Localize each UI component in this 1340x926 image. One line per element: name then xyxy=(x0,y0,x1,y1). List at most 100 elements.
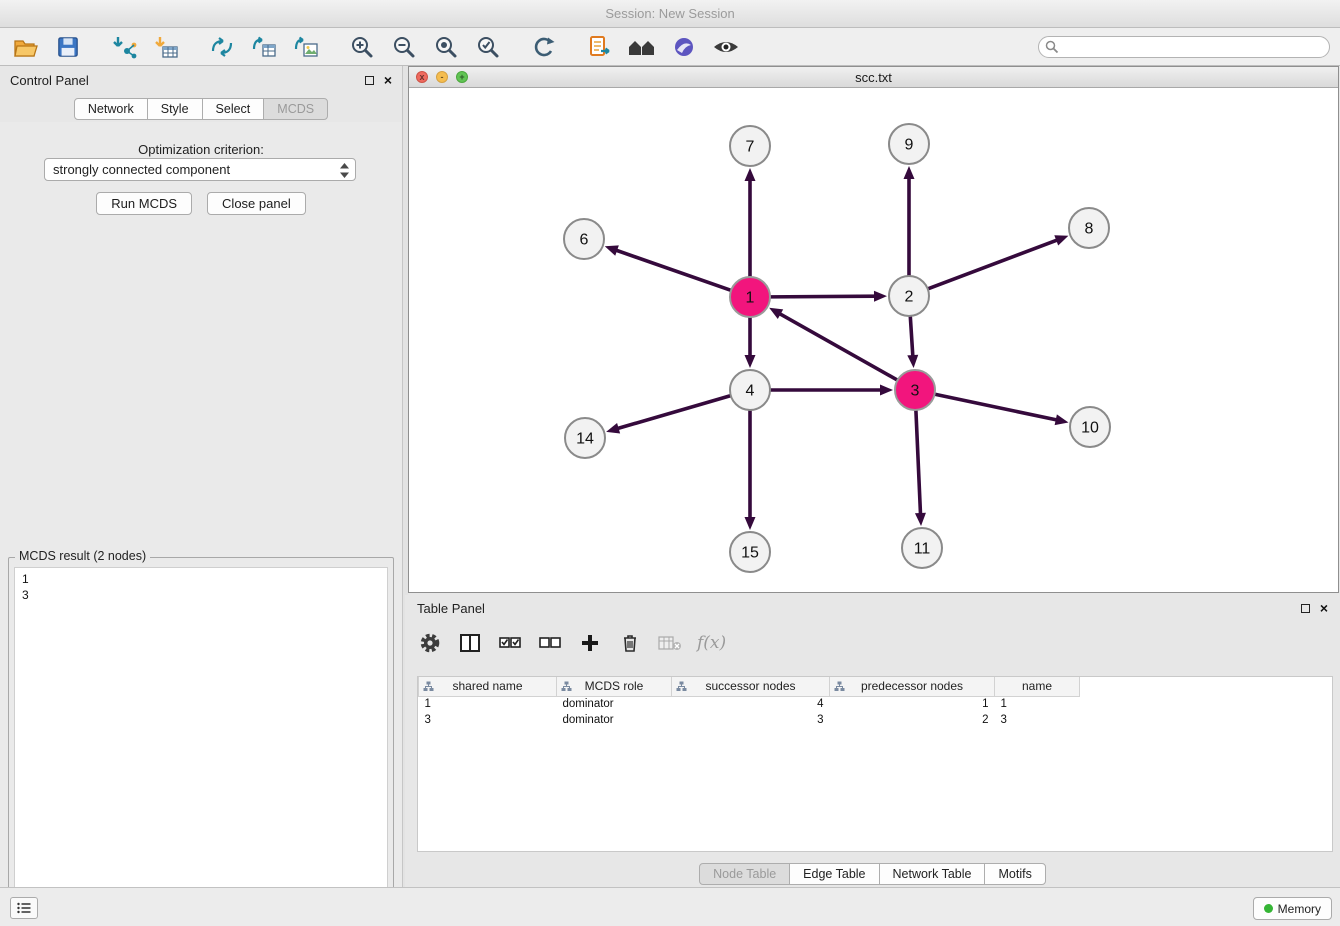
save-session-icon[interactable] xyxy=(52,32,84,62)
graph-edge[interactable] xyxy=(771,296,876,297)
delete-column-icon[interactable] xyxy=(617,630,643,656)
import-network-icon[interactable] xyxy=(108,32,140,62)
window-minimize-icon[interactable]: - xyxy=(436,71,448,83)
graph-edge[interactable] xyxy=(615,250,730,290)
task-history-button[interactable] xyxy=(10,897,38,919)
select-all-icon[interactable] xyxy=(497,630,523,656)
close-panel-icon[interactable]: × xyxy=(1320,601,1328,615)
graph-edge-arrow xyxy=(1055,414,1069,425)
copy-network-icon[interactable] xyxy=(584,32,616,62)
float-panel-icon[interactable] xyxy=(1301,604,1310,613)
graph-edge[interactable] xyxy=(936,394,1058,420)
cell-name[interactable]: 3 xyxy=(995,712,1080,728)
graph-edge[interactable] xyxy=(617,396,730,429)
graph-node-label: 2 xyxy=(905,289,914,306)
refresh-layout-icon[interactable] xyxy=(528,32,560,62)
float-panel-icon[interactable] xyxy=(365,76,374,85)
tab-select[interactable]: Select xyxy=(202,98,265,120)
graph-edge[interactable] xyxy=(929,240,1058,289)
control-panel-header: Control Panel × xyxy=(0,66,402,94)
mcds-result-item[interactable]: 1 xyxy=(22,571,380,587)
first-neighbors-icon[interactable] xyxy=(206,32,238,62)
column-header-name[interactable]: name xyxy=(995,677,1080,696)
close-panel-button[interactable]: Close panel xyxy=(207,192,306,215)
network-graph[interactable]: 7968124314101511 xyxy=(409,88,1338,592)
mcds-panel-body: Optimization criterion: strongly connect… xyxy=(0,122,402,887)
window-close-icon[interactable]: x xyxy=(416,71,428,83)
node-table[interactable]: shared name MCDS role successor nodes pr… xyxy=(417,676,1333,852)
cell-predecessor-nodes[interactable]: 1 xyxy=(830,696,995,712)
list-icon xyxy=(17,902,31,914)
close-panel-icon[interactable]: × xyxy=(384,73,392,87)
column-header-predecessor-nodes[interactable]: predecessor nodes xyxy=(830,677,995,696)
network-analyzer-icon[interactable] xyxy=(626,32,658,62)
delete-table-icon[interactable] xyxy=(657,630,683,656)
run-mcds-button[interactable]: Run MCDS xyxy=(96,192,192,215)
graph-edge-arrow xyxy=(915,513,926,526)
memory-label: Memory xyxy=(1278,902,1321,916)
zoom-selected-icon[interactable] xyxy=(472,32,504,62)
graph-node-label: 7 xyxy=(746,139,755,156)
vizmapper-icon[interactable] xyxy=(668,32,700,62)
tab-network-table[interactable]: Network Table xyxy=(879,863,986,885)
graph-edge-arrow xyxy=(605,245,619,255)
zoom-fit-icon[interactable] xyxy=(430,32,462,62)
column-header-mcds-role[interactable]: MCDS role xyxy=(557,677,672,696)
control-panel-tabs: Network Style Select MCDS xyxy=(0,98,402,120)
mcds-result-item[interactable]: 3 xyxy=(22,587,380,603)
gear-icon[interactable] xyxy=(417,630,443,656)
search-icon xyxy=(1045,40,1059,54)
graph-edge[interactable] xyxy=(910,317,913,357)
zoom-out-icon[interactable] xyxy=(388,32,420,62)
node-table-grid: shared name MCDS role successor nodes pr… xyxy=(418,677,1080,728)
cell-predecessor-nodes[interactable]: 2 xyxy=(830,712,995,728)
zoom-in-icon[interactable] xyxy=(346,32,378,62)
window-maximize-icon[interactable]: + xyxy=(456,71,468,83)
cell-mcds-role[interactable]: dominator xyxy=(557,712,672,728)
show-hide-icon[interactable] xyxy=(710,32,742,62)
cell-shared-name[interactable]: 1 xyxy=(419,696,557,712)
column-header-shared-name[interactable]: shared name xyxy=(419,677,557,696)
cell-shared-name[interactable]: 3 xyxy=(419,712,557,728)
function-builder-icon[interactable]: f(x) xyxy=(697,633,726,653)
tab-motifs[interactable]: Motifs xyxy=(984,863,1045,885)
mcds-result-list[interactable]: 1 3 xyxy=(14,567,388,921)
table-tabs: Node Table Edge Table Network Table Moti… xyxy=(405,863,1340,885)
table-row[interactable]: 1 dominator 4 1 1 xyxy=(419,696,1080,712)
toolbar-search-input[interactable] xyxy=(1038,36,1330,58)
graph-edge-arrow xyxy=(1054,235,1068,245)
deselect-all-icon[interactable] xyxy=(537,630,563,656)
table-panel-title: Table Panel xyxy=(417,601,485,616)
memory-button[interactable]: Memory xyxy=(1253,897,1332,920)
table-header-row: shared name MCDS role successor nodes pr… xyxy=(419,677,1080,696)
tab-node-table[interactable]: Node Table xyxy=(699,863,790,885)
cell-successor-nodes[interactable]: 3 xyxy=(672,712,830,728)
open-file-icon[interactable] xyxy=(10,32,42,62)
cell-name[interactable]: 1 xyxy=(995,696,1080,712)
graph-edge[interactable] xyxy=(779,313,897,379)
tab-style[interactable]: Style xyxy=(147,98,203,120)
cell-successor-nodes[interactable]: 4 xyxy=(672,696,830,712)
columns-icon[interactable] xyxy=(457,630,483,656)
add-column-icon[interactable] xyxy=(577,630,603,656)
cell-mcds-role[interactable]: dominator xyxy=(557,696,672,712)
tab-mcds[interactable]: MCDS xyxy=(263,98,328,120)
graph-edge[interactable] xyxy=(916,411,921,515)
graph-edge-arrow xyxy=(745,168,756,181)
graph-edge-arrow xyxy=(904,166,915,179)
tab-edge-table[interactable]: Edge Table xyxy=(789,863,879,885)
import-table-icon[interactable] xyxy=(150,32,182,62)
column-header-successor-nodes[interactable]: successor nodes xyxy=(672,677,830,696)
clone-network-icon[interactable] xyxy=(248,32,280,62)
table-toolbar: f(x) xyxy=(417,625,726,661)
graph-edge-arrow xyxy=(606,423,620,434)
network-window-titlebar[interactable]: x - + scc.txt xyxy=(409,67,1338,88)
network-window-title: scc.txt xyxy=(855,70,892,85)
application-window: Session: New Session xyxy=(0,0,1340,926)
tab-network[interactable]: Network xyxy=(74,98,148,120)
table-row[interactable]: 3 dominator 3 2 3 xyxy=(419,712,1080,728)
graph-edge-arrow xyxy=(745,355,756,368)
graph-node-label: 4 xyxy=(746,383,755,400)
export-image-icon[interactable] xyxy=(290,32,322,62)
optimization-select[interactable]: strongly connected component xyxy=(44,158,356,181)
